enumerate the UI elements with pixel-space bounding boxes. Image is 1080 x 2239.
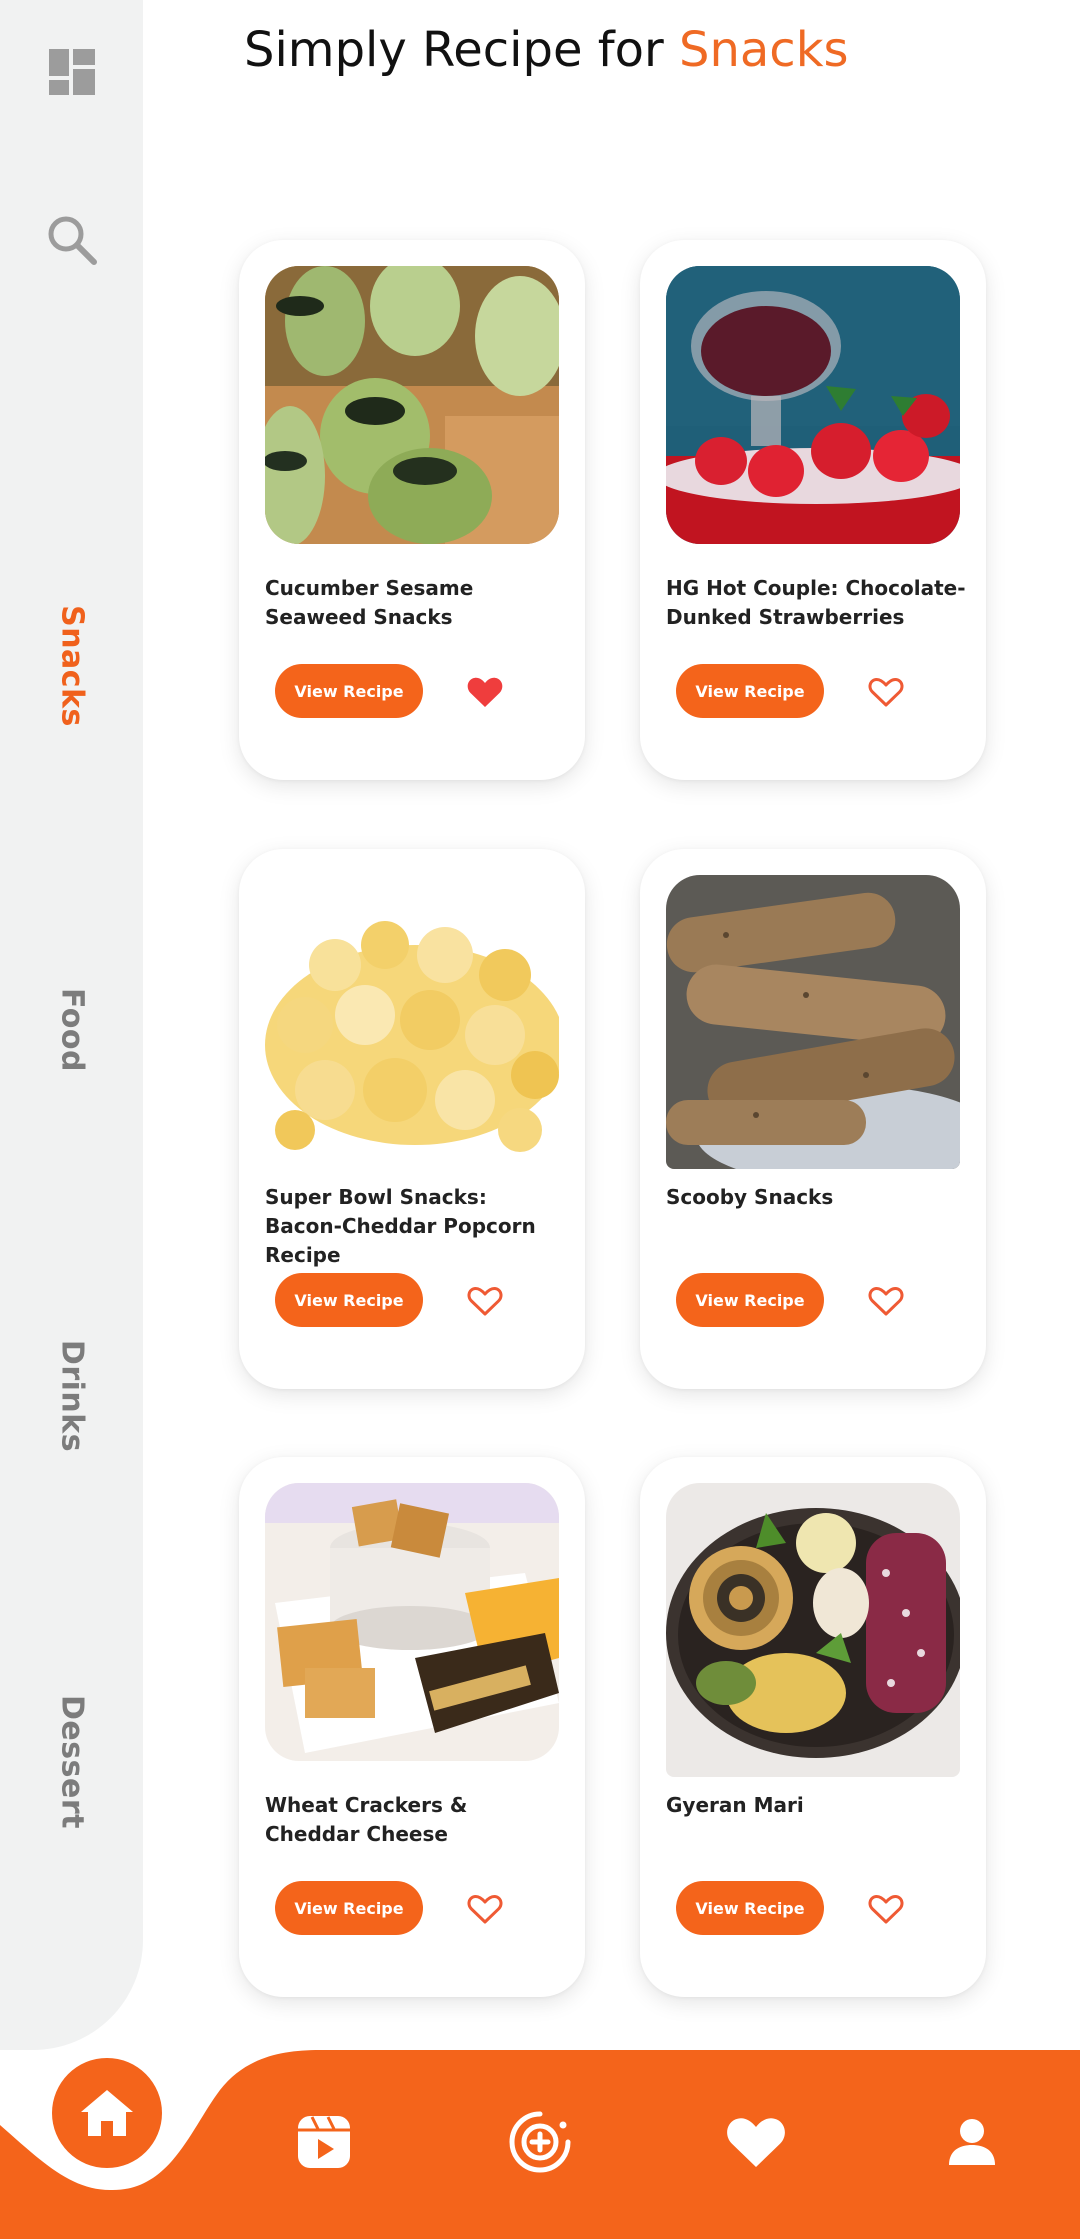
view-recipe-button[interactable]: View Recipe — [676, 1881, 824, 1935]
recipe-title: Super Bowl Snacks: Bacon-Cheddar Popcorn… — [265, 1185, 536, 1267]
recipe-image — [666, 875, 960, 1169]
recipe-title: Gyeran Mari — [666, 1793, 804, 1817]
recipe-card[interactable]: Scooby Snacks View Recipe — [640, 849, 986, 1389]
recipe-title: Scooby Snacks — [666, 1185, 834, 1209]
recipe-image — [666, 1483, 960, 1777]
view-recipe-button[interactable]: View Recipe — [275, 664, 423, 718]
recipe-title: HG Hot Couple: Chocolate-Dunked Strawber… — [666, 576, 966, 629]
add-icon[interactable] — [505, 2107, 575, 2177]
view-recipe-button[interactable]: View Recipe — [676, 664, 824, 718]
heart-outline-icon[interactable] — [866, 1889, 906, 1929]
recipe-card[interactable]: Wheat Crackers & Cheddar Cheese View Rec… — [239, 1457, 585, 1997]
profile-icon[interactable] — [937, 2107, 1007, 2177]
view-recipe-button[interactable]: View Recipe — [275, 1273, 423, 1327]
title-accent: Snacks — [679, 22, 849, 78]
recipe-card[interactable]: Cucumber Sesame Seaweed Snacks View Reci… — [239, 240, 585, 780]
page-title: Simply Recipe for Snacks — [244, 22, 849, 78]
favorites-icon[interactable] — [721, 2107, 791, 2177]
heart-outline-icon[interactable] — [465, 1281, 505, 1321]
recipe-image — [666, 266, 960, 544]
heart-outline-icon[interactable] — [866, 1281, 906, 1321]
sidebar-item-food[interactable]: Food — [55, 988, 90, 1072]
heart-filled-icon[interactable] — [465, 672, 505, 712]
recipe-image — [265, 1483, 559, 1761]
title-prefix: Simply Recipe for — [244, 22, 679, 78]
recipe-card[interactable]: Super Bowl Snacks: Bacon-Cheddar Popcorn… — [239, 849, 585, 1389]
home-button[interactable] — [52, 2058, 162, 2168]
heart-outline-icon[interactable] — [866, 672, 906, 712]
view-recipe-button[interactable]: View Recipe — [275, 1881, 423, 1935]
view-recipe-button[interactable]: View Recipe — [676, 1273, 824, 1327]
recipe-card[interactable]: Gyeran Mari View Recipe — [640, 1457, 986, 1997]
sidebar: Snacks Food Drinks Dessert — [0, 0, 143, 2050]
recipe-image — [265, 266, 559, 544]
heart-outline-icon[interactable] — [465, 1889, 505, 1929]
home-icon — [81, 2090, 133, 2136]
recipe-title: Wheat Crackers & Cheddar Cheese — [265, 1793, 468, 1846]
dashboard-icon[interactable] — [40, 40, 104, 104]
search-icon[interactable] — [40, 208, 104, 272]
sidebar-item-snacks[interactable]: Snacks — [55, 605, 90, 727]
recipe-card[interactable]: HG Hot Couple: Chocolate-Dunked Strawber… — [640, 240, 986, 780]
recipe-title: Cucumber Sesame Seaweed Snacks — [265, 576, 474, 629]
sidebar-item-dessert[interactable]: Dessert — [55, 1695, 90, 1829]
sidebar-item-drinks[interactable]: Drinks — [55, 1340, 90, 1452]
recipe-image — [265, 875, 559, 1153]
reels-icon[interactable] — [289, 2107, 359, 2177]
